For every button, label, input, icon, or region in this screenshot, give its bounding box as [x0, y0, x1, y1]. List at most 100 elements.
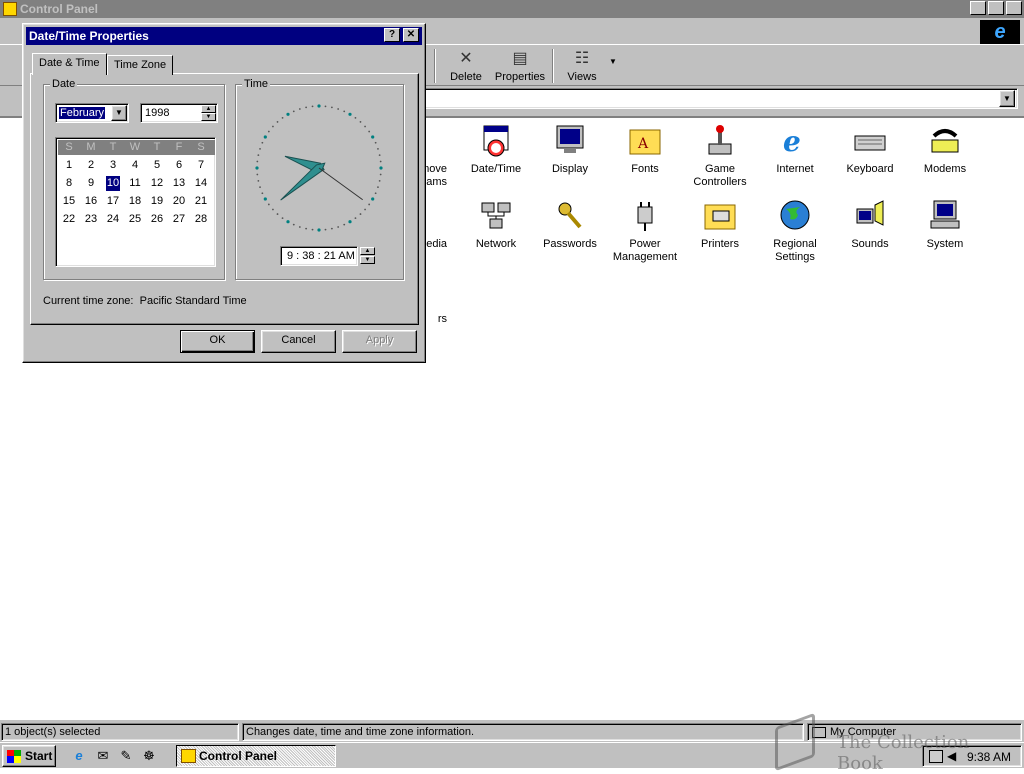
calendar-day[interactable]: 27 [168, 212, 190, 227]
dialog-titlebar[interactable]: Date/Time Properties ? ✕ [26, 27, 422, 45]
icon-network[interactable]: Network [458, 199, 534, 251]
time-up-icon[interactable]: ▲ [360, 247, 375, 255]
icon-label: Sounds [851, 238, 889, 250]
time-group-label: Time [242, 78, 271, 90]
window-titlebar[interactable]: Control Panel _ ❐ ✕ [0, 0, 1024, 18]
icon-game-controllers[interactable]: Game Controllers [682, 124, 758, 189]
calendar-day[interactable]: 28 [190, 212, 212, 227]
clock-tick [259, 147, 261, 150]
clock-tick [281, 217, 284, 220]
views-dropdown-icon[interactable]: ▼ [608, 57, 618, 66]
calendar-day[interactable]: 12 [146, 176, 168, 191]
icon-passwords[interactable]: Passwords [532, 199, 608, 251]
properties-button[interactable]: ▤ Properties [494, 49, 546, 83]
clock-tick [286, 220, 290, 224]
icon-power-management[interactable]: Power Management [607, 199, 683, 264]
clock-tick [378, 179, 381, 182]
calendar-day[interactable]: 23 [80, 212, 102, 227]
calendar-day[interactable]: 16 [80, 194, 102, 209]
calendar-day[interactable]: 13 [168, 176, 190, 191]
restore-button[interactable]: ❐ [988, 1, 1004, 15]
month-select[interactable]: February ▼ [55, 103, 129, 123]
dialog-close-button[interactable]: ✕ [403, 28, 419, 42]
calendar-day[interactable]: 7 [190, 158, 212, 173]
quicklaunch-outlook-icon[interactable]: ✉ [94, 747, 112, 765]
calendar-day[interactable]: 8 [58, 176, 80, 191]
calendar-day[interactable]: 24 [102, 212, 124, 227]
calendar-day[interactable]: 6 [168, 158, 190, 173]
status-selection: 1 object(s) selected [1, 723, 239, 741]
clock-tick [359, 213, 362, 215]
clock-tick [255, 166, 259, 170]
icon-modems[interactable]: Modems [907, 124, 983, 176]
calendar-clock-icon [479, 124, 513, 158]
help-button[interactable]: ? [384, 28, 400, 42]
chevron-down-icon[interactable]: ▼ [111, 105, 127, 121]
clock-tick [359, 121, 362, 123]
year-stepper[interactable]: 1998 ▲ ▼ [140, 103, 218, 123]
views-button[interactable]: ☷ Views [562, 49, 602, 83]
address-dropdown-icon[interactable]: ▼ [999, 90, 1015, 107]
calendar-day[interactable]: 19 [146, 194, 168, 209]
year-down-icon[interactable]: ▼ [201, 113, 216, 121]
time-stepper[interactable]: 9 : 38 : 21 AM [280, 246, 358, 266]
timezone-value: Pacific Standard Time [139, 295, 247, 307]
icon-fonts[interactable]: A Fonts [607, 124, 683, 176]
ie-logo-icon: e [980, 20, 1020, 44]
close-button[interactable]: ✕ [1006, 1, 1022, 15]
calendar-day[interactable]: 1 [58, 158, 80, 173]
calendar-day[interactable]: 22 [58, 212, 80, 227]
date-group: Date February ▼ 1998 ▲ ▼ SMTWTFS 1234567… [43, 78, 225, 280]
taskbar-control-panel-button[interactable]: Control Panel [176, 745, 336, 767]
tab-date-time[interactable]: Date & Time [32, 53, 107, 75]
clock-tick [292, 110, 295, 113]
calendar-day[interactable]: 11 [124, 176, 146, 191]
computer-icon [928, 199, 962, 233]
icon-sounds[interactable]: Sounds [832, 199, 908, 251]
quicklaunch-desktop-icon[interactable]: ✎ [117, 747, 135, 765]
calendar-day[interactable]: 15 [58, 194, 80, 209]
calendar-day[interactable]: 18 [124, 194, 146, 209]
time-group: Time 9 : 38 : 21 AM ▲ ▼ [235, 78, 404, 280]
clock-tick [267, 203, 270, 206]
time-down-icon[interactable]: ▼ [360, 256, 375, 264]
start-label: Start [25, 749, 53, 763]
joystick-icon [703, 124, 737, 158]
icon-keyboard[interactable]: Keyboard [832, 124, 908, 176]
year-value: 1998 [145, 107, 170, 119]
calendar-day[interactable]: 3 [102, 158, 124, 173]
calendar-day[interactable]: 14 [190, 176, 212, 191]
calendar-day[interactable]: 25 [124, 212, 146, 227]
start-button[interactable]: Start [2, 745, 56, 767]
ok-button[interactable]: OK [180, 330, 255, 353]
clock-tick [305, 227, 308, 230]
icon-internet[interactable]: e Internet [757, 124, 833, 176]
icon-regional-settings[interactable]: Regional Settings [757, 199, 833, 264]
year-up-icon[interactable]: ▲ [201, 105, 216, 113]
tab-time-zone[interactable]: Time Zone [107, 55, 174, 75]
delete-button[interactable]: ✕ Delete [446, 49, 486, 83]
icon-printers[interactable]: Printers [682, 199, 758, 251]
calendar-day[interactable]: 21 [190, 194, 212, 209]
calendar-day[interactable]: 5 [146, 158, 168, 173]
calendar-day[interactable]: 9 [80, 176, 102, 191]
apply-button[interactable]: Apply [342, 330, 417, 353]
calendar-day[interactable]: 10 [106, 176, 120, 191]
status-description: Changes date, time and time zone informa… [242, 723, 804, 741]
clock-tick [379, 173, 382, 176]
calendar-day[interactable]: 20 [168, 194, 190, 209]
minimize-button[interactable]: _ [970, 1, 986, 15]
icon-label: Internet [776, 163, 814, 175]
calendar-day[interactable]: 17 [102, 194, 124, 209]
cancel-button[interactable]: Cancel [261, 330, 336, 353]
calendar-day[interactable]: 4 [124, 158, 146, 173]
quicklaunch-ie-icon[interactable]: e [70, 747, 88, 765]
icon-system[interactable]: System [907, 199, 983, 251]
icon-date-time[interactable]: Date/Time [458, 124, 534, 176]
calendar-day[interactable]: 26 [146, 212, 168, 227]
month-calendar[interactable]: SMTWTFS 1 2 3 4 5 6 7 8 9 10 11 12 13 14 15 16 17 18 19 20 2… [55, 137, 216, 267]
clock-tick [337, 108, 340, 110]
quicklaunch-channels-icon[interactable]: ☸ [140, 747, 158, 765]
calendar-day[interactable]: 2 [80, 158, 102, 173]
icon-display[interactable]: Display [532, 124, 608, 176]
